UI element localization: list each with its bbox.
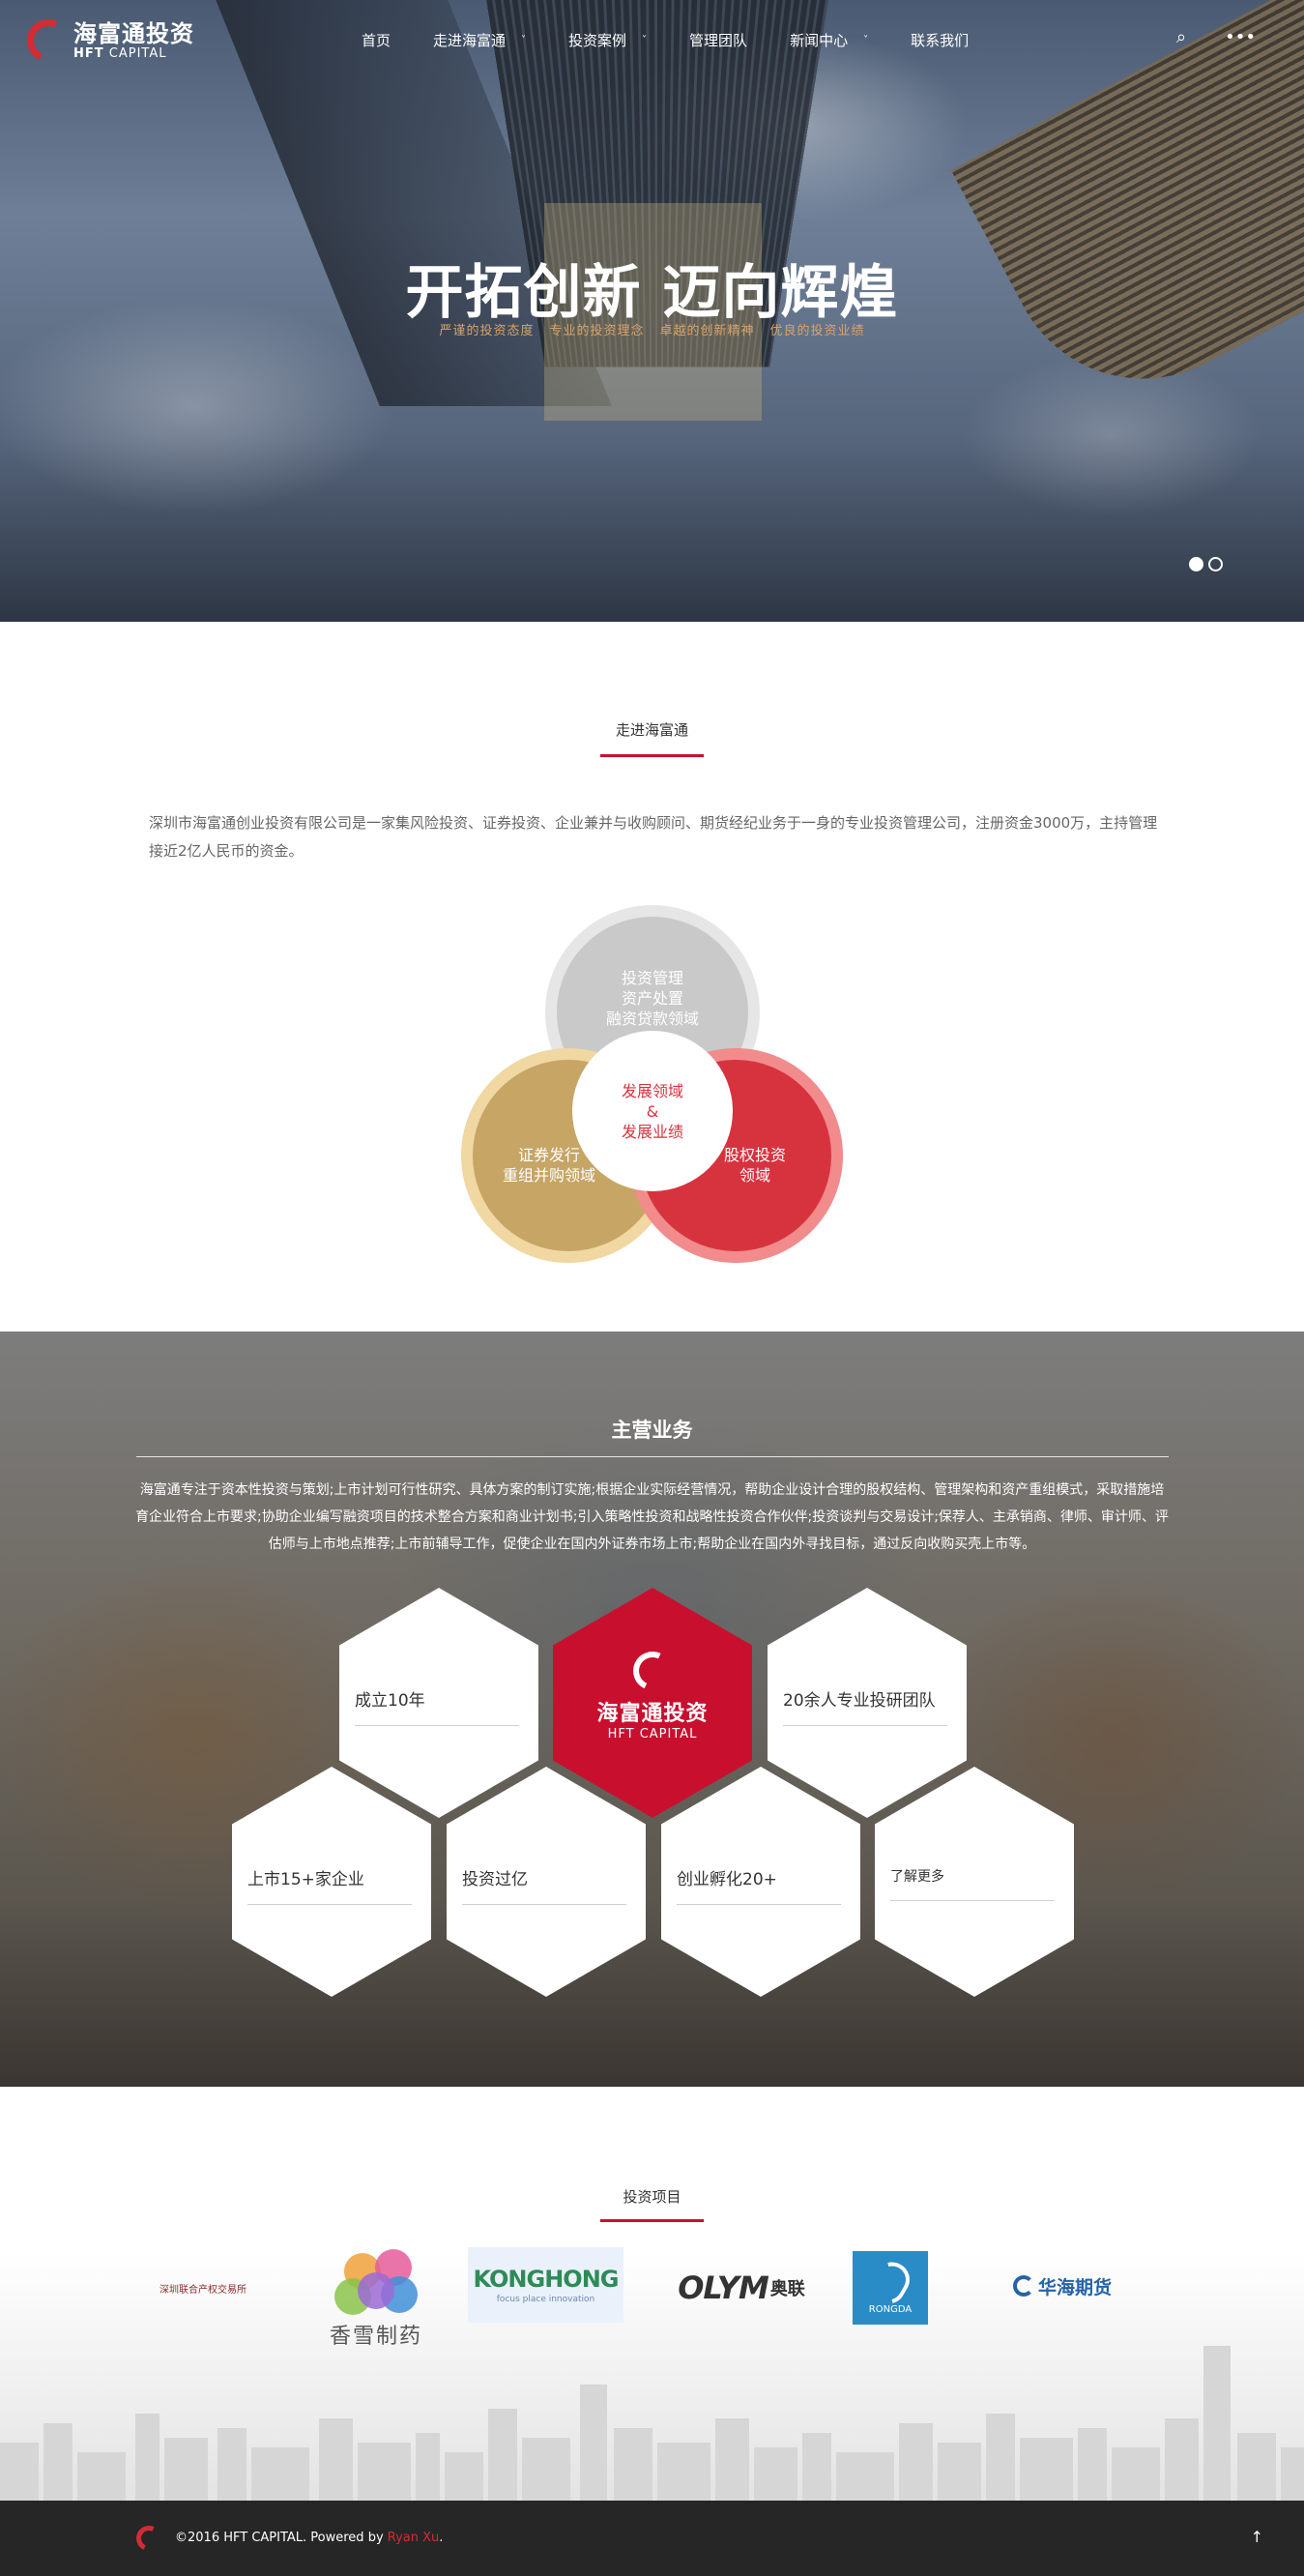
back-to-top-icon[interactable]: ↑ — [1251, 2528, 1263, 2546]
logo-mark-icon — [20, 13, 76, 69]
partner-logo-olym[interactable]: OLYM 奥联 — [650, 2266, 833, 2309]
partner-logo-huahai[interactable]: 华海期货 — [1001, 2270, 1123, 2301]
business-description: 海富通专注于资本性投资与策划;上市计划可行性研究、具体方案的制订实施;根据企业实… — [135, 1482, 1169, 1552]
learn-more-link[interactable]: 了解更多 — [890, 1866, 1055, 1901]
search-icon[interactable]: ⌕ — [1176, 27, 1186, 47]
nav-item-team[interactable]: 管理团队 — [689, 30, 747, 50]
logo-english-name: HFT CAPITAL — [73, 45, 167, 61]
business-title: 主营业务 — [611, 1419, 693, 1442]
hero-subtitle: 严谨的投资态度 专业的投资理念 卓越的创新精神 优良的投资业绩 — [439, 324, 865, 338]
hex-incubation: 创业孵化20+ — [661, 1767, 860, 1997]
rongda-wave-icon — [864, 2255, 916, 2310]
site-footer: ©2016 HFT CAPITAL. Powered by Ryan Xu. ↑ — [0, 2501, 1304, 2576]
hex-learn-more[interactable]: 了解更多 — [875, 1767, 1074, 1997]
hex-team: 20余人专业投研团队 — [768, 1588, 967, 1818]
slider-dot-1[interactable] — [1189, 557, 1203, 571]
nav-item-cases[interactable]: 投资案例 ˅ — [568, 30, 647, 50]
about-section: 走进海富通 深圳市海富通创业投资有限公司是一家集风险投资、证券投资、企业兼并与收… — [0, 622, 1304, 1332]
about-title-underline — [600, 754, 704, 757]
hex-label: 创业孵化20+ — [677, 1865, 841, 1905]
logo-chinese-name: 海富通投资 — [73, 19, 194, 47]
nav-item-news[interactable]: 新闻中心 ˅ — [790, 30, 868, 50]
nav-item-about[interactable]: 走进海富通 ˅ — [433, 30, 526, 50]
chevron-down-icon: ˅ — [521, 35, 527, 45]
nav-item-home[interactable]: 首页 — [362, 30, 391, 50]
hero-banner: 海富通投资 HFT CAPITAL 首页 走进海富通 ˅ 投资案例 ˅ 管理团队 新… — [0, 0, 1304, 622]
partner-logo-xiangxue[interactable]: 香雪制药 — [323, 2246, 429, 2353]
business-section: 主营业务 海富通专注于资本性投资与策划;上市计划可行性研究、具体方案的制订实施;… — [0, 1332, 1304, 2087]
partner-logo-rongda[interactable]: RONGDA — [853, 2251, 928, 2325]
nav-tools: ⌕ ••• — [1176, 27, 1256, 47]
copyright-text: ©2016 HFT CAPITAL. Powered by Ryan Xu. — [175, 2531, 444, 2545]
site-logo[interactable]: 海富通投资 HFT CAPITAL — [20, 13, 194, 69]
hex-investment: 投资过亿 — [447, 1767, 646, 1997]
hex-label: 投资过亿 — [462, 1865, 626, 1905]
huahai-mark-icon — [1012, 2275, 1034, 2297]
circle-center-development: 发展领域 & 发展业绩 — [572, 1031, 733, 1191]
hex-logo-cn: 海富通投资 — [596, 1702, 709, 1726]
hex-label: 20余人专业投研团队 — [783, 1686, 947, 1726]
about-title: 走进海富通 — [615, 721, 688, 739]
slider-dot-2[interactable] — [1208, 557, 1223, 571]
hex-label: 成立10年 — [355, 1686, 519, 1726]
hex-founded: 成立10年 — [339, 1588, 538, 1818]
hex-logo-en: HFT CAPITAL — [607, 1727, 698, 1742]
hero-title: 开拓创新 迈向辉煌 — [405, 259, 899, 327]
projects-title-underline — [600, 2219, 704, 2222]
chevron-down-icon: ˅ — [642, 35, 648, 45]
nav-item-contact[interactable]: 联系我们 — [911, 30, 969, 50]
partner-logo-konghong[interactable]: KONGHONG focus place innovation — [468, 2247, 623, 2323]
about-description: 深圳市海富通创业投资有限公司是一家集风险投资、证券投资、企业兼并与收购顾问、期货… — [149, 814, 1158, 860]
chevron-down-icon: ˅ — [863, 35, 869, 45]
more-menu-icon[interactable]: ••• — [1225, 27, 1256, 47]
projects-section: 投资项目 深圳联合产权交易所 香雪制药 KONGHONG focus place… — [0, 2087, 1304, 2501]
main-nav: 首页 走进海富通 ˅ 投资案例 ˅ 管理团队 新闻中心 ˅ 联系我们 — [362, 30, 1011, 50]
top-navigation: 海富通投资 HFT CAPITAL 首页 走进海富通 ˅ 投资案例 ˅ 管理团队 新… — [0, 0, 1304, 83]
hex-label: 上市15+家企业 — [247, 1865, 412, 1905]
city-skyline-illustration — [0, 2346, 1304, 2501]
hex-logo: 海富通投资 HFT CAPITAL — [553, 1588, 752, 1818]
partner-logo-property-exchange[interactable]: 深圳联合产权交易所 — [140, 2269, 266, 2307]
author-link[interactable]: Ryan Xu — [388, 2531, 440, 2545]
flower-logo-icon — [333, 2249, 420, 2317]
projects-title: 投资项目 — [623, 2188, 681, 2206]
slider-pagination — [1189, 557, 1223, 571]
logo-mark-icon — [627, 1646, 678, 1696]
business-divider — [136, 1456, 1169, 1457]
hex-listed: 上市15+家企业 — [232, 1767, 431, 1997]
footer-logo-icon — [132, 2522, 165, 2555]
